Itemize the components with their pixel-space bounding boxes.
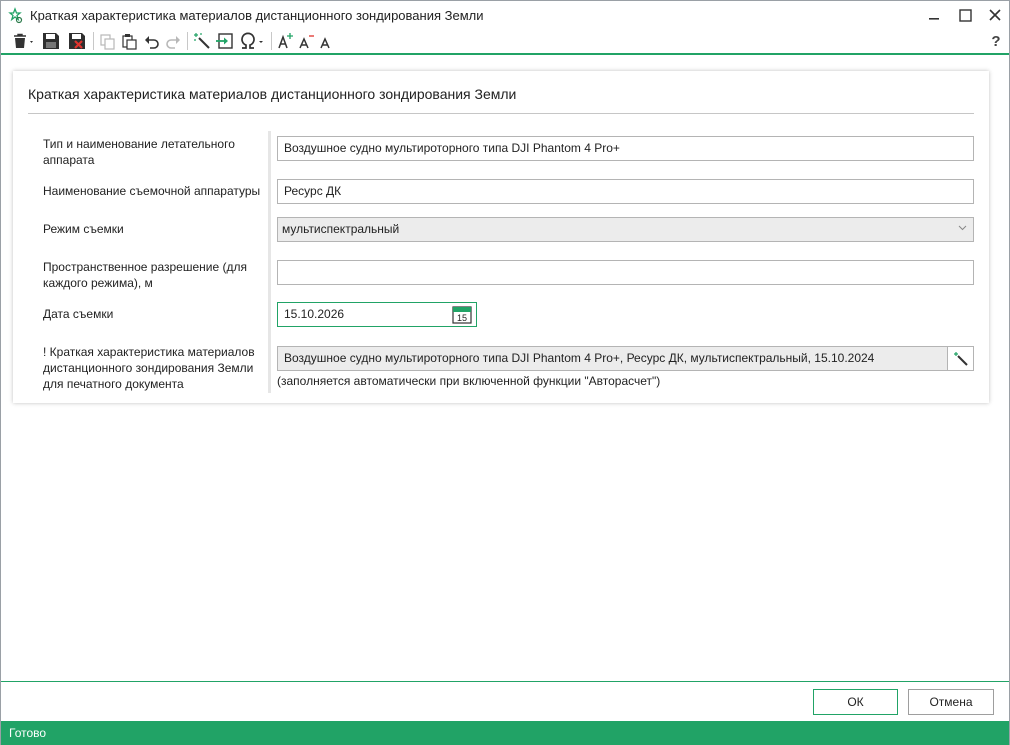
autocalc-note: (заполняется автоматически при включенно… — [277, 374, 661, 388]
undo-button[interactable] — [141, 30, 161, 52]
dialog-window: Краткая характеристика материалов дистан… — [0, 0, 1010, 745]
toolbar-divider — [1, 53, 1009, 55]
save-icon — [43, 33, 59, 49]
font-decrease-icon — [299, 35, 314, 49]
calendar-day: 15 — [457, 313, 467, 323]
resolution-label: Пространственное разрешение (для каждого… — [43, 260, 247, 290]
status-text: Готово — [9, 726, 47, 740]
redo-button[interactable] — [163, 30, 183, 52]
delete-icon — [14, 33, 33, 48]
help-button[interactable]: ? — [987, 30, 1005, 52]
close-icon — [989, 9, 1001, 21]
autocalc-button[interactable] — [191, 30, 213, 52]
minimize-icon — [929, 18, 939, 20]
card-title: Краткая характеристика материалов дистан… — [28, 86, 517, 102]
copy-button[interactable] — [97, 30, 117, 52]
ok-button[interactable]: ОК — [813, 689, 898, 715]
calendar-icon: 15 — [452, 306, 472, 324]
equipment-label: Наименование съемочной аппаратуры — [43, 184, 261, 198]
date-input[interactable]: 15.10.2026 15 — [277, 302, 477, 327]
footer-divider — [1, 681, 1009, 682]
toolbar: ? — [1, 29, 1009, 53]
copy-icon — [99, 33, 115, 50]
font-reset-icon — [320, 37, 330, 49]
summary-input[interactable]: Воздушное судно мультироторного типа DJI… — [277, 346, 949, 371]
toolbar-separator — [187, 32, 188, 50]
mode-select[interactable]: мультиспектральный — [277, 217, 974, 242]
save-button[interactable] — [40, 30, 62, 52]
status-bar: Готово — [1, 721, 1009, 745]
form-card: Краткая характеристика материалов дистан… — [13, 71, 989, 403]
date-value: 15.10.2026 — [284, 307, 345, 321]
toolbar-separator — [93, 32, 94, 50]
import-icon — [215, 33, 233, 49]
maximize-icon — [958, 8, 972, 22]
maximize-button[interactable] — [954, 5, 976, 25]
calendar-button[interactable]: 15 — [452, 305, 472, 324]
font-increase-button[interactable] — [275, 30, 295, 52]
special-char-icon — [241, 32, 263, 49]
minimize-button[interactable] — [923, 5, 945, 25]
window-title: Краткая характеристика материалов дистан… — [30, 8, 484, 23]
autocalc-field-button[interactable] — [947, 346, 974, 371]
magic-wand-icon — [953, 351, 968, 366]
summary-label: ! Краткая характеристика материалов дист… — [43, 345, 255, 391]
mode-select-value: мультиспектральный — [282, 222, 400, 236]
redo-icon — [165, 35, 180, 49]
paste-icon — [121, 33, 137, 50]
aircraft-label: Тип и наименование летательного аппарата — [43, 137, 235, 167]
label-column-separator — [268, 131, 271, 393]
paste-button[interactable] — [119, 30, 139, 52]
magic-wand-icon — [194, 33, 210, 49]
date-label: Дата съемки — [43, 307, 114, 321]
undo-icon — [144, 35, 159, 49]
mode-label: Режим съемки — [43, 222, 124, 236]
resolution-input[interactable] — [277, 260, 974, 285]
close-button[interactable] — [984, 5, 1006, 25]
font-reset-button[interactable] — [317, 30, 335, 52]
equipment-input[interactable]: Ресурс ДК — [277, 179, 974, 204]
title-bar: Краткая характеристика материалов дистан… — [1, 1, 1009, 30]
import-button[interactable] — [213, 30, 235, 52]
font-increase-icon — [278, 33, 293, 49]
aircraft-input[interactable]: Воздушное судно мультироторного типа DJI… — [277, 136, 974, 161]
delete-button[interactable] — [9, 30, 37, 52]
font-decrease-button[interactable] — [296, 30, 316, 52]
toolbar-separator — [271, 32, 272, 50]
chevron-down-icon — [958, 225, 967, 231]
app-logo-icon — [8, 7, 23, 24]
special-char-button[interactable] — [238, 30, 268, 52]
save-close-button[interactable] — [66, 30, 88, 52]
cancel-button[interactable]: Отмена — [908, 689, 994, 715]
card-divider — [28, 113, 974, 114]
save-close-icon — [69, 33, 85, 49]
